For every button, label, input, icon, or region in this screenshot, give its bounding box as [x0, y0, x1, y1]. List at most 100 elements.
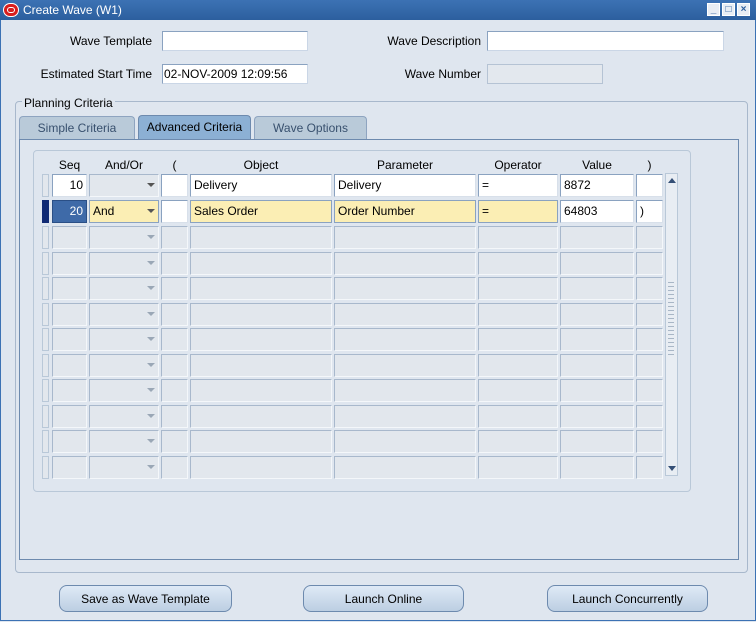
empty-cell[interactable] [52, 226, 87, 249]
wave-description-field[interactable] [487, 31, 724, 51]
empty-cell[interactable] [190, 328, 332, 351]
empty-cell[interactable] [161, 302, 188, 326]
empty-cell[interactable] [190, 430, 332, 453]
empty-cell[interactable] [636, 328, 663, 351]
empty-cell[interactable] [161, 226, 188, 249]
empty-cell[interactable] [190, 226, 332, 249]
empty-cell[interactable] [478, 379, 558, 402]
empty-cell[interactable] [560, 379, 634, 402]
seq-cell[interactable]: 10 [52, 174, 87, 197]
empty-cell[interactable] [636, 302, 663, 326]
scroll-down-icon[interactable] [668, 466, 676, 471]
empty-cell[interactable] [161, 430, 188, 453]
record-indicator[interactable] [42, 353, 49, 377]
rparen-cell[interactable] [636, 174, 663, 197]
lparen-cell[interactable] [161, 200, 188, 223]
empty-cell[interactable] [89, 277, 159, 300]
empty-cell[interactable] [161, 353, 188, 377]
empty-cell[interactable] [334, 430, 476, 453]
empty-cell[interactable] [161, 404, 188, 428]
empty-cell[interactable] [161, 277, 188, 300]
estimated-start-field[interactable]: 02-NOV-2009 12:09:56 [162, 64, 308, 84]
chevron-down-icon[interactable] [147, 337, 155, 341]
record-indicator[interactable] [42, 226, 49, 249]
empty-cell[interactable] [161, 328, 188, 351]
record-indicator[interactable] [42, 302, 49, 326]
empty-cell[interactable] [161, 251, 188, 275]
chevron-down-icon[interactable] [147, 260, 155, 265]
empty-cell[interactable] [478, 302, 558, 326]
chevron-down-icon[interactable] [147, 209, 155, 213]
empty-cell[interactable] [190, 277, 332, 300]
empty-cell[interactable] [89, 302, 159, 326]
chevron-down-icon[interactable] [147, 362, 155, 367]
empty-cell[interactable] [478, 353, 558, 377]
object-cell[interactable]: Delivery [190, 174, 332, 197]
seq-cell-selected[interactable]: 20 [52, 200, 87, 223]
empty-cell[interactable] [89, 379, 159, 402]
empty-cell[interactable] [52, 328, 87, 351]
empty-cell[interactable] [89, 328, 159, 351]
chevron-down-icon[interactable] [147, 286, 155, 290]
chevron-down-icon[interactable] [147, 235, 155, 239]
empty-cell[interactable] [478, 226, 558, 249]
minimize-icon[interactable]: _ [707, 3, 720, 16]
lparen-cell[interactable] [161, 174, 188, 197]
rparen-cell[interactable]: ) [636, 200, 663, 223]
tab-advanced-criteria[interactable]: Advanced Criteria [138, 115, 251, 139]
empty-cell[interactable] [52, 302, 87, 326]
empty-cell[interactable] [478, 430, 558, 453]
empty-cell[interactable] [636, 404, 663, 428]
empty-cell[interactable] [89, 251, 159, 275]
empty-cell[interactable] [190, 302, 332, 326]
empty-cell[interactable] [636, 455, 663, 479]
value-cell[interactable]: 64803 [560, 200, 634, 223]
object-cell[interactable]: Sales Order [190, 200, 332, 223]
empty-cell[interactable] [161, 455, 188, 479]
record-indicator-current[interactable] [42, 200, 49, 223]
record-indicator[interactable] [42, 328, 49, 351]
parameter-cell[interactable]: Delivery [334, 174, 476, 197]
empty-cell[interactable] [89, 226, 159, 249]
empty-cell[interactable] [560, 430, 634, 453]
empty-cell[interactable] [52, 404, 87, 428]
empty-cell[interactable] [334, 404, 476, 428]
empty-cell[interactable] [89, 430, 159, 453]
empty-cell[interactable] [560, 353, 634, 377]
empty-cell[interactable] [161, 379, 188, 402]
scroll-up-icon[interactable] [668, 178, 676, 183]
empty-cell[interactable] [560, 251, 634, 275]
empty-cell[interactable] [334, 226, 476, 249]
chevron-down-icon[interactable] [147, 464, 155, 469]
chevron-down-icon[interactable] [147, 439, 155, 443]
empty-cell[interactable] [190, 379, 332, 402]
empty-cell[interactable] [52, 455, 87, 479]
empty-cell[interactable] [190, 353, 332, 377]
empty-cell[interactable] [190, 251, 332, 275]
empty-cell[interactable] [478, 404, 558, 428]
parameter-cell[interactable]: Order Number [334, 200, 476, 223]
record-indicator[interactable] [42, 277, 49, 300]
empty-cell[interactable] [560, 302, 634, 326]
empty-cell[interactable] [478, 277, 558, 300]
launch-online-button[interactable]: Launch Online [303, 585, 464, 612]
empty-cell[interactable] [52, 430, 87, 453]
chevron-down-icon[interactable] [147, 183, 155, 187]
tab-simple-criteria[interactable]: Simple Criteria [19, 116, 135, 139]
empty-cell[interactable] [52, 277, 87, 300]
empty-cell[interactable] [334, 455, 476, 479]
record-indicator[interactable] [42, 404, 49, 428]
empty-cell[interactable] [560, 328, 634, 351]
value-cell[interactable]: 8872 [560, 174, 634, 197]
empty-cell[interactable] [636, 430, 663, 453]
empty-cell[interactable] [636, 353, 663, 377]
empty-cell[interactable] [636, 277, 663, 300]
empty-cell[interactable] [52, 379, 87, 402]
record-indicator[interactable] [42, 251, 49, 275]
save-as-wave-template-button[interactable]: Save as Wave Template [59, 585, 232, 612]
empty-cell[interactable] [334, 251, 476, 275]
empty-cell[interactable] [478, 328, 558, 351]
andor-select[interactable]: And [89, 200, 159, 223]
launch-concurrently-button[interactable]: Launch Concurrently [547, 585, 708, 612]
operator-cell[interactable]: = [478, 200, 558, 223]
